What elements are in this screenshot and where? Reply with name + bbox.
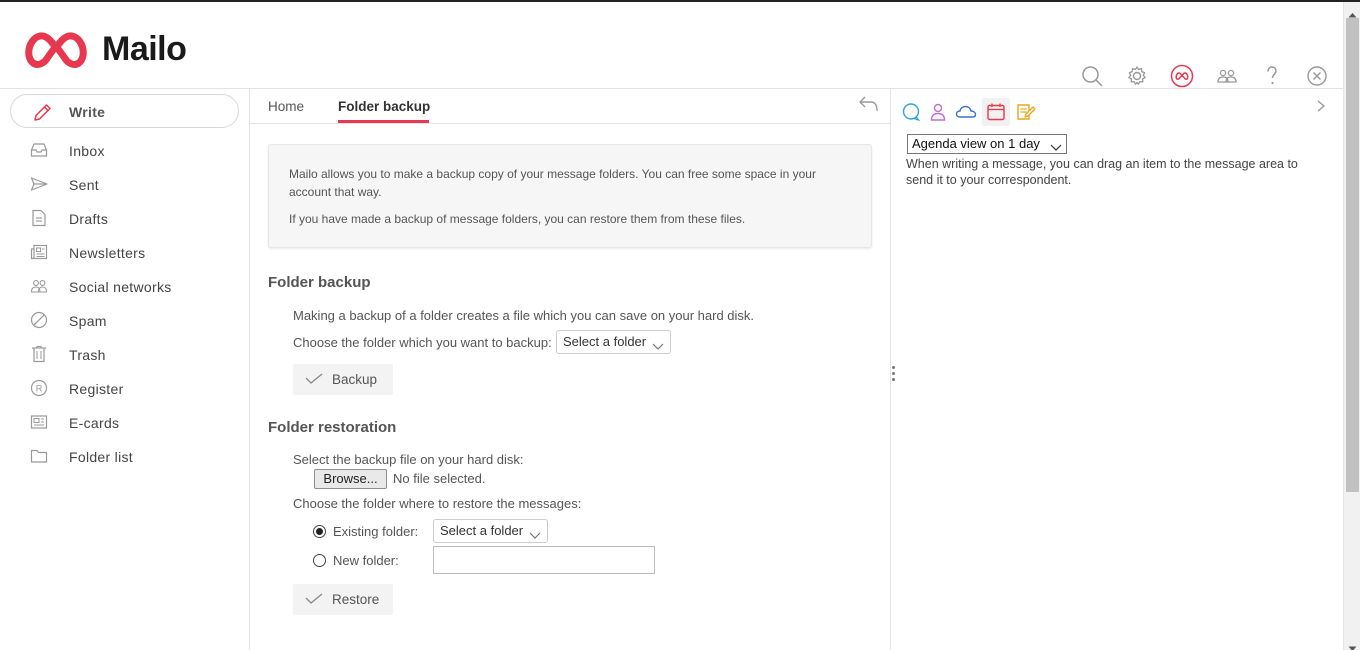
existing-folder-select[interactable]: Select a folder [433,519,548,543]
calendar-icon[interactable] [982,98,1010,126]
tab-folder-backup[interactable]: Folder backup [338,99,430,114]
new-folder-radio[interactable] [313,554,326,567]
social-networks-icon [29,277,49,295]
contacts-icon[interactable] [1215,64,1239,88]
close-icon[interactable] [1305,64,1329,88]
pencil-icon [31,102,53,127]
cloud-icon[interactable] [952,98,980,126]
sidebar-item-label: Spam [69,313,107,329]
sidebar-item-label: Drafts [69,211,109,227]
info-text: If you have made a backup of message fol… [289,212,746,226]
drafts-icon [29,209,49,227]
backup-choose-label: Choose the folder which you want to back… [293,335,552,350]
logo-text: Mailo [102,29,187,68]
vertical-scrollbar[interactable] [1343,2,1360,650]
sidebar-item-trash[interactable]: Trash [0,337,249,371]
active-tab-indicator [338,120,429,123]
restore-choose-label: Choose the folder where to restore the m… [293,496,582,511]
sidebar-item-label: Folder list [69,449,133,465]
sidebar-item-label: Social networks [69,279,172,295]
search-icon[interactable] [1080,64,1104,88]
no-file-status: No file selected. [393,471,486,486]
sidebar-item-register[interactable]: R Register [0,371,249,405]
check-icon [305,373,323,388]
newsletters-icon [29,243,49,261]
mailo-logo-icon [25,32,87,68]
register-icon: R [29,379,49,397]
mailo-account-icon[interactable] [1170,64,1194,88]
sidebar-item-folder-list[interactable]: Folder list [0,439,249,473]
existing-folder-radio[interactable] [313,525,326,538]
contacts-person-icon[interactable] [924,98,952,126]
sidebar-item-label: Register [69,381,124,397]
restore-button[interactable]: Restore [293,584,393,615]
new-folder-label: New folder: [333,553,399,568]
chat-icon[interactable] [897,98,925,126]
scroll-down-arrow-icon[interactable] [1348,640,1357,650]
svg-text:R: R [36,384,43,394]
write-button[interactable]: Write [10,94,239,128]
trash-icon [29,345,49,363]
restore-section-title: Folder restoration [268,419,397,436]
help-icon[interactable] [1260,64,1284,88]
browse-button[interactable]: Browse... [314,469,387,489]
sidebar-item-label: E-cards [69,415,120,431]
restore-button-label: Restore [332,592,380,607]
select-value: Agenda view on 1 day [912,136,1040,151]
tab-home[interactable]: Home [268,99,304,114]
collapse-panel-chevron-icon[interactable] [1315,99,1327,116]
sidebar-item-inbox[interactable]: Inbox [0,133,249,167]
ecards-icon [29,413,49,431]
mailo-logo[interactable]: Mailo [22,26,187,72]
scrollbar-thumb[interactable] [1346,18,1359,492]
spam-icon [29,311,49,329]
write-label: Write [69,104,106,120]
drag-hint-text: When writing a message, you can drag an … [906,157,1298,187]
restore-select-file-label: Select the backup file on your hard disk… [293,452,524,467]
backup-section-title: Folder backup [268,274,371,291]
back-arrow-icon[interactable] [858,94,880,117]
sidebar-item-spam[interactable]: Spam [0,303,249,337]
existing-folder-label: Existing folder: [333,524,419,539]
folder-icon [29,447,49,465]
backup-folder-select[interactable]: Select a folder [556,330,671,354]
chevron-down-icon [1050,139,1062,157]
sidebar-item-label: Trash [69,347,106,363]
sidebar-item-label: Sent [69,177,99,193]
sidebar-item-drafts[interactable]: Drafts [0,201,249,235]
backup-button-label: Backup [332,372,378,387]
backup-button[interactable]: Backup [293,364,393,395]
inbox-icon [29,141,49,159]
sidebar-item-newsletters[interactable]: Newsletters [0,235,249,269]
header: Mailo [0,2,1343,89]
agenda-view-select[interactable]: Agenda view on 1 day [907,134,1067,154]
tab-bar: Home Folder backup [250,89,890,124]
sent-icon [29,175,49,193]
notes-icon[interactable] [1012,98,1040,126]
sidebar-item-label: Inbox [69,143,105,159]
sidebar: Write Inbox Sent Drafts Newsletters Soci… [0,89,250,650]
folder-nav: Inbox Sent Drafts Newsletters Social net… [0,133,249,473]
sidebar-item-ecards[interactable]: E-cards [0,405,249,439]
sidebar-item-label: Newsletters [69,245,146,261]
chevron-down-icon [652,336,664,358]
sidebar-item-sent[interactable]: Sent [0,167,249,201]
new-folder-input[interactable] [433,546,655,574]
settings-icon[interactable] [1125,64,1149,88]
main-content: Home Folder backup Mailo allows you to m… [250,89,890,650]
right-panel: Agenda view on 1 day When writing a mess… [891,89,1343,650]
info-text: Mailo allows you to make a backup copy o… [289,167,816,199]
backup-description: Making a backup of a folder creates a fi… [293,308,755,323]
select-value: Select a folder [440,523,524,538]
check-icon [305,593,323,608]
header-toolbar [1080,64,1350,88]
chevron-down-icon [529,525,541,547]
sidebar-item-social-networks[interactable]: Social networks [0,269,249,303]
info-box: Mailo allows you to make a backup copy o… [268,144,872,248]
select-value: Select a folder [563,334,647,349]
